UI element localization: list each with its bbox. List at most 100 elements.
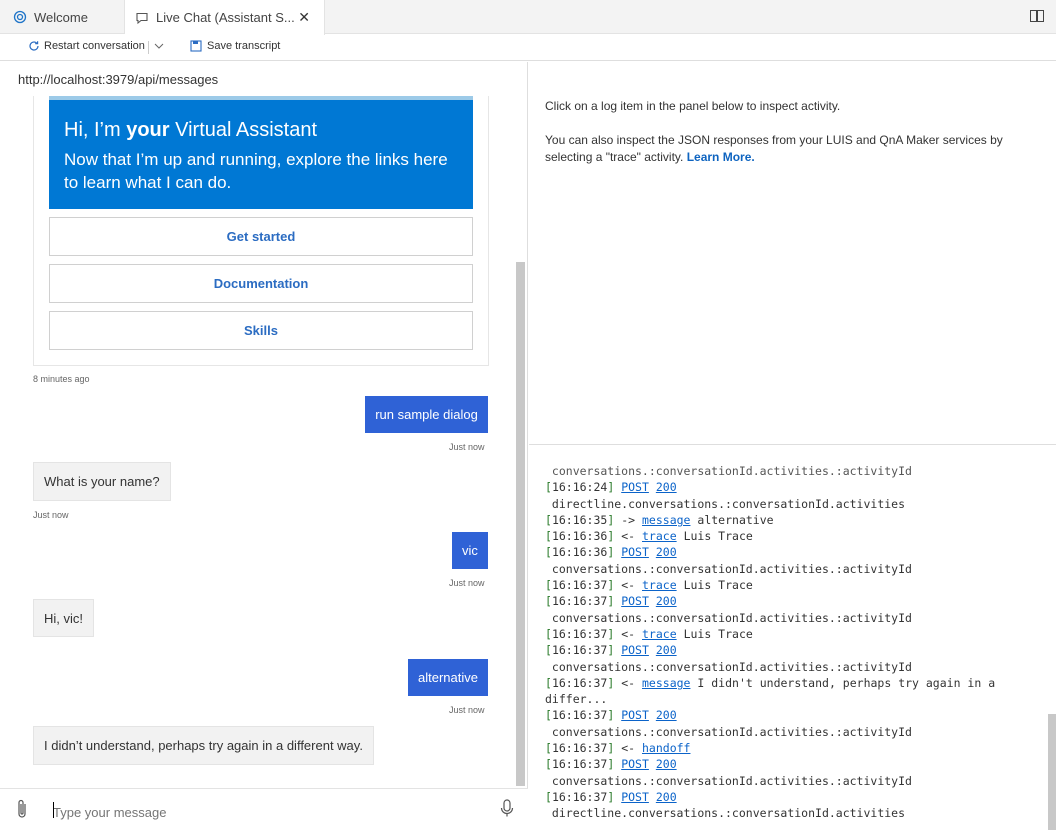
log-panel: conversations.:conversationId.activities… — [529, 446, 1056, 830]
log-continuation: differ... — [545, 692, 608, 707]
log-activity-link[interactable]: POST — [621, 545, 649, 559]
log-timestamp: 16:16:37 — [551, 626, 608, 641]
log-bracket: [ — [545, 626, 552, 641]
save-transcript-button[interactable]: Save transcript — [190, 40, 280, 52]
log-timestamp: 16:16:37 — [551, 741, 608, 756]
tab-live-chat[interactable]: Live Chat (Assistant S... ✕ — [125, 0, 325, 35]
log-bracket: [ — [545, 578, 552, 593]
inspector-json-hint: You can also inspect the JSON responses … — [545, 132, 1045, 166]
toolbar-divider — [148, 41, 149, 54]
log-continuation: conversations.:conversationId.activities… — [545, 659, 912, 674]
split-editor-icon[interactable] — [1030, 10, 1044, 22]
log-timestamp: 16:16:36 — [551, 529, 608, 544]
log-entry: [16:16:24] POST 200 — [545, 479, 995, 495]
bot-message: What is your name? — [33, 462, 171, 501]
log-activity-link[interactable]: message — [642, 676, 690, 690]
log-bracket: ] — [607, 757, 615, 772]
close-icon[interactable]: ✕ — [298, 9, 310, 26]
learn-more-link[interactable]: Learn More. — [687, 150, 755, 164]
chat-scrollbar[interactable] — [516, 262, 525, 786]
log-status-link[interactable]: 200 — [656, 480, 677, 494]
tab-label: Live Chat (Assistant S... — [156, 10, 295, 25]
log-continuation: conversations.:conversationId.activities… — [545, 773, 912, 788]
get-started-button[interactable]: Get started — [49, 217, 473, 256]
log-bracket: [ — [545, 545, 552, 560]
log-bracket: ] — [607, 578, 615, 593]
tab-welcome[interactable]: Welcome — [0, 0, 125, 34]
log-timestamp: 16:16:37 — [551, 675, 608, 690]
message-timestamp: 8 minutes ago — [33, 374, 90, 384]
log-activity-link[interactable]: POST — [621, 708, 649, 722]
log-activity-link[interactable]: POST — [621, 594, 649, 608]
log-entry: [16:16:37] <- trace Luis Trace — [545, 626, 995, 642]
log-continuation: conversations.:conversationId.activities… — [545, 610, 912, 625]
log-activity-link[interactable]: trace — [642, 578, 677, 592]
log-activity-link[interactable]: message — [642, 513, 690, 527]
log-activity-link[interactable]: trace — [642, 529, 677, 543]
log-entry: [16:16:37] <- message I didn't understan… — [545, 675, 995, 691]
log-scrollbar[interactable] — [1048, 714, 1056, 830]
skills-button[interactable]: Skills — [49, 311, 473, 350]
log-bracket: [ — [545, 741, 552, 756]
message-timestamp: Just now — [449, 578, 485, 588]
text-caret — [53, 802, 54, 818]
log-entry: [16:16:37] <- handoff — [545, 740, 995, 756]
emulator-icon — [13, 10, 27, 24]
log-status-link[interactable]: 200 — [656, 643, 677, 657]
log-status-link[interactable]: 200 — [656, 790, 677, 804]
log-direction: <- — [621, 626, 636, 641]
log-continuation: conversations.:conversationId.activities… — [545, 464, 912, 478]
save-icon — [190, 40, 202, 52]
bot-message: I didn’t understand, perhaps try again i… — [33, 726, 374, 765]
chevron-down-icon[interactable] — [153, 40, 165, 52]
log-activity-link[interactable]: POST — [621, 790, 649, 804]
log-status-link[interactable]: 200 — [656, 708, 677, 722]
log-continuation: conversations.:conversationId.activities… — [545, 724, 912, 739]
log-status-link[interactable]: 200 — [656, 594, 677, 608]
hero-title: Hi, I’m your Virtual Assistant — [64, 118, 458, 142]
hero-title-prefix: Hi, I’m — [64, 119, 127, 141]
restart-conversation-button[interactable]: Restart conversation — [28, 40, 145, 52]
log-bracket: ] — [607, 512, 615, 527]
log-entry: [16:16:37] <- trace Luis Trace — [545, 577, 995, 593]
hero-text: Now that I’m up and running, explore the… — [64, 150, 448, 192]
log-bracket: ] — [607, 741, 615, 756]
log-entry: [16:16:37] POST 200 — [545, 593, 995, 609]
log-entry: [16:16:37] POST 200 — [545, 756, 995, 772]
log-bracket: ] — [607, 480, 615, 495]
log-status-link[interactable]: 200 — [656, 545, 677, 559]
user-message: alternative — [408, 659, 488, 696]
log-bracket: [ — [545, 529, 552, 544]
log-bracket: [ — [545, 512, 552, 527]
log-direction: <- — [621, 741, 636, 756]
log-activity-link[interactable]: POST — [621, 757, 649, 771]
message-input[interactable] — [53, 802, 473, 822]
log-bracket: ] — [607, 626, 615, 641]
log-timestamp: 16:16:36 — [551, 545, 608, 560]
documentation-button[interactable]: Documentation — [49, 264, 473, 303]
paperclip-icon[interactable] — [15, 798, 29, 820]
log-status-link[interactable]: 200 — [656, 757, 677, 771]
toolbar: Restart conversation Save transcript — [0, 35, 1056, 61]
tab-bar: Welcome Live Chat (Assistant S... ✕ — [0, 0, 1056, 35]
log-entry: [16:16:36] <- trace Luis Trace — [545, 528, 995, 544]
log-entry: [16:16:35] -> message alternative — [545, 512, 995, 528]
log-activity-link[interactable]: POST — [621, 643, 649, 657]
log-activity-link[interactable]: trace — [642, 627, 677, 641]
log-timestamp: 16:16:37 — [551, 643, 608, 658]
refresh-icon — [29, 41, 39, 51]
user-message: run sample dialog — [365, 396, 488, 433]
log-entry: [16:16:37] POST 200 — [545, 789, 995, 805]
log-text: I didn't understand, perhaps try again i… — [697, 675, 996, 690]
log-timestamp: 16:16:35 — [551, 512, 608, 527]
log-direction: <- — [621, 529, 636, 544]
log-activity-link[interactable]: handoff — [642, 741, 690, 755]
log-bracket: [ — [545, 708, 552, 723]
microphone-icon[interactable] — [499, 798, 515, 820]
log-bracket: [ — [545, 675, 552, 690]
log-bracket: [ — [545, 757, 552, 772]
inspector-hint: Click on a log item in the panel below t… — [545, 99, 841, 113]
log-activity-link[interactable]: POST — [621, 480, 649, 494]
log-continuation: directline.conversations.:conversationId… — [545, 496, 906, 511]
inspector-json-text: You can also inspect the JSON responses … — [545, 133, 1003, 164]
